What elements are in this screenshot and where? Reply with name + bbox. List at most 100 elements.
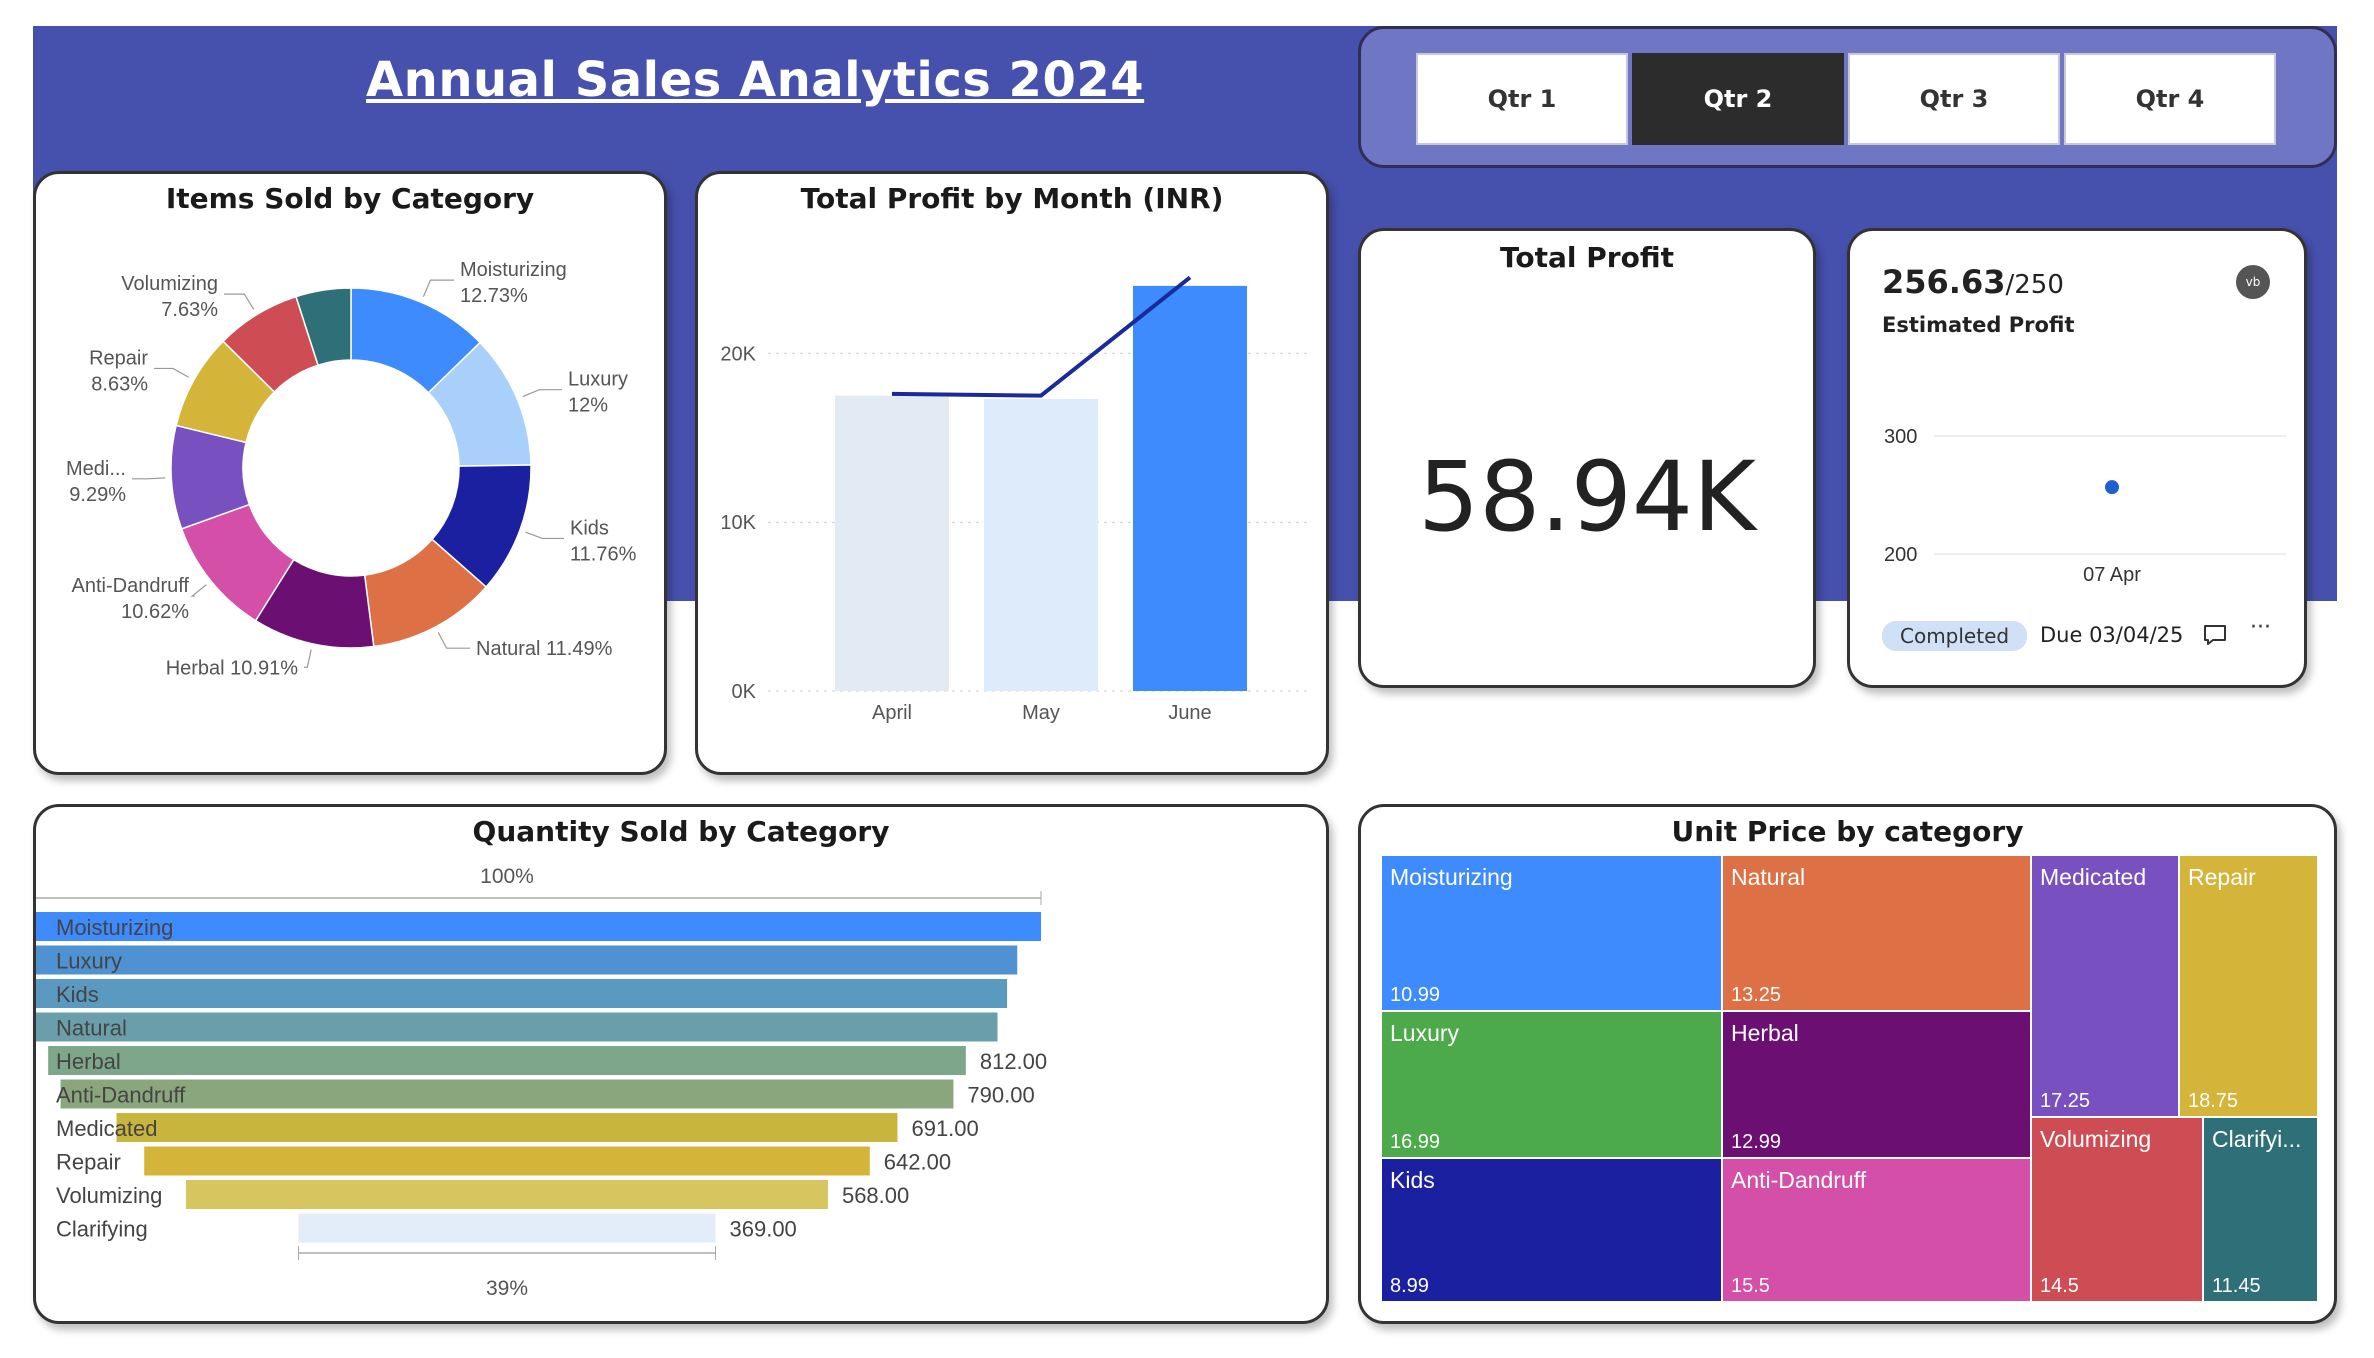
treemap-tile-name: Natural: [1731, 864, 1805, 890]
donut-leader-line: [525, 531, 564, 540]
donut-category-label: Moisturizing: [460, 259, 567, 281]
unit-price-card: Unit Price by category Moisturizing 10.99…: [1358, 804, 2337, 1324]
funnel-category-label: Kids: [56, 982, 99, 1007]
unit-price-treemap[interactable]: Moisturizing 10.99 Natural 13.25 Medicated 17…: [1361, 807, 2340, 1327]
total-profit-title: Total Profit: [1500, 241, 1674, 274]
y-tick-label: 20K: [720, 343, 756, 365]
treemap-tile-name: Clarifyi...: [2212, 1126, 2301, 1152]
quantity-sold-card: Quantity Sold by Category 100% Moisturizi…: [33, 804, 1329, 1324]
dashboard-canvas: Annual Sales Analytics 2024 Qtr 1 Qtr 2 …: [0, 0, 2374, 1358]
x-tick-label: May: [1022, 702, 1060, 724]
treemap-tile-value: 12.99: [1731, 1131, 1781, 1153]
items-sold-card: Items Sold by Category Moisturizing 12.73…: [33, 171, 667, 775]
funnel-value-label: 369.00: [730, 1217, 797, 1242]
profit-by-month-card: Total Profit by Month (INR) 0K 10K 20K Apri…: [695, 171, 1329, 775]
funnel-category-label: Moisturizing: [56, 915, 173, 940]
funnel-category-label: Volumizing: [56, 1183, 162, 1208]
treemap-tile-name: Medicated: [2040, 864, 2146, 890]
estimated-profit-card: 256.63/250 Estimated Profit vb 300 200 07 …: [1847, 228, 2307, 688]
profit-bar: [835, 395, 949, 691]
funnel-bar: [36, 979, 1008, 1008]
treemap-tile-name: Moisturizing: [1390, 864, 1513, 890]
funnel-category-label: Herbal: [56, 1049, 121, 1074]
donut-category-label: Kids: [570, 517, 609, 539]
donut-percent-label: 10.62%: [121, 601, 189, 623]
donut-leader-line: [132, 477, 166, 480]
goal-x-label: 07 Apr: [2083, 564, 2141, 586]
donut-percent-label: 11.76%: [570, 543, 637, 565]
funnel-bottom-percent: 39%: [486, 1277, 528, 1300]
funnel-value-label: 812.00: [980, 1049, 1047, 1074]
more-options-icon[interactable]: ···: [2250, 615, 2271, 640]
donut-category-label: Anti-Dandruff: [72, 575, 190, 597]
profit-bar: [1133, 285, 1247, 691]
donut-leader-line: [304, 649, 312, 668]
donut-category-label: Medi...: [66, 458, 126, 480]
goal-data-point: [2105, 480, 2119, 495]
qtr-4-button[interactable]: Qtr 4: [2064, 53, 2276, 145]
treemap-tile-value: 8.99: [1390, 1275, 1429, 1297]
qtr-1-button[interactable]: Qtr 1: [1416, 53, 1628, 145]
treemap-tile-name: Volumizing: [2040, 1126, 2151, 1152]
donut-percent-label: 7.63%: [161, 299, 218, 321]
treemap-tile-value: 16.99: [1390, 1131, 1440, 1153]
donut-percent-label: 9.29%: [69, 484, 126, 506]
funnel-category-label: Repair: [56, 1150, 121, 1175]
profit-bar: [984, 398, 1098, 691]
funnel-bar: [298, 1213, 716, 1243]
funnel-category-label: Clarifying: [56, 1217, 148, 1242]
donut-leader-line: [422, 279, 454, 297]
funnel-bar: [36, 945, 1018, 975]
comment-icon[interactable]: [2202, 623, 2228, 647]
treemap-tile-name: Luxury: [1390, 1020, 1460, 1046]
donut-percent-label: 8.63%: [91, 373, 148, 395]
goal-y-tick: 200: [1884, 544, 1917, 566]
donut-percent-label: 12%: [568, 395, 608, 417]
funnel-value-label: 568.00: [842, 1183, 909, 1208]
profit-by-month-chart[interactable]: 0K 10K 20K April May June: [698, 174, 1332, 778]
treemap-tile-value: 13.25: [1731, 984, 1781, 1006]
treemap-tile-name: Herbal: [1731, 1020, 1799, 1046]
funnel-bar: [144, 1146, 870, 1176]
funnel-category-label: Medicated: [56, 1116, 158, 1141]
treemap-tile-name: Kids: [1390, 1167, 1435, 1193]
funnel-value-label: 642.00: [884, 1150, 951, 1175]
treemap-tile: [2178, 854, 2319, 1118]
qtr-3-button[interactable]: Qtr 3: [1848, 53, 2060, 145]
treemap-tile-value: 10.99: [1390, 984, 1440, 1006]
dashboard-title: Annual Sales Analytics 2024: [366, 52, 1145, 108]
donut-leader-line: [522, 389, 562, 398]
x-tick-label: June: [1168, 702, 1211, 724]
items-sold-donut-chart[interactable]: Moisturizing 12.73% Luxury 12% Kids 11.76% Nat…: [36, 174, 670, 778]
quarter-slicer: Qtr 1 Qtr 2 Qtr 3 Qtr 4: [1358, 26, 2337, 168]
funnel-bar: [60, 1079, 954, 1109]
quantity-sold-funnel-chart[interactable]: 100% Moisturizing Luxury Kids Natural Herbal 8…: [36, 807, 1332, 1327]
funnel-category-label: Luxury: [56, 949, 122, 974]
funnel-top-percent: 100%: [480, 865, 534, 888]
due-date: Due 03/04/25: [2040, 623, 2184, 647]
treemap-tile-value: 18.75: [2188, 1090, 2238, 1112]
donut-category-label: Repair: [89, 347, 148, 369]
treemap-tile-value: 14.5: [2040, 1275, 2079, 1297]
funnel-bar: [36, 1012, 998, 1042]
funnel-category-label: Natural: [56, 1016, 127, 1041]
donut-data-label: Herbal 10.91%: [166, 657, 299, 679]
donut-category-label: Volumizing: [121, 273, 218, 295]
qtr-2-button[interactable]: Qtr 2: [1632, 53, 1844, 145]
donut-leader-line: [224, 293, 255, 310]
donut-data-label: Natural 11.49%: [476, 638, 613, 660]
treemap-tile: [2030, 854, 2180, 1118]
status-badge[interactable]: Completed: [1882, 621, 2028, 651]
y-tick-label: 10K: [720, 512, 756, 534]
treemap-tile-value: 11.45: [2212, 1275, 2261, 1297]
treemap-tile-value: 17.25: [2040, 1090, 2090, 1112]
y-tick-label: 0K: [732, 681, 757, 703]
funnel-value-label: 691.00: [911, 1116, 978, 1141]
total-profit-card: Total Profit 58.94K: [1358, 228, 1816, 688]
funnel-bar: [36, 912, 1041, 941]
total-profit-value: 58.94K: [1418, 441, 1756, 553]
goal-y-tick: 300: [1884, 426, 1917, 448]
x-tick-label: April: [872, 702, 912, 724]
funnel-bar: [116, 1113, 898, 1142]
funnel-value-label: 790.00: [967, 1083, 1034, 1108]
